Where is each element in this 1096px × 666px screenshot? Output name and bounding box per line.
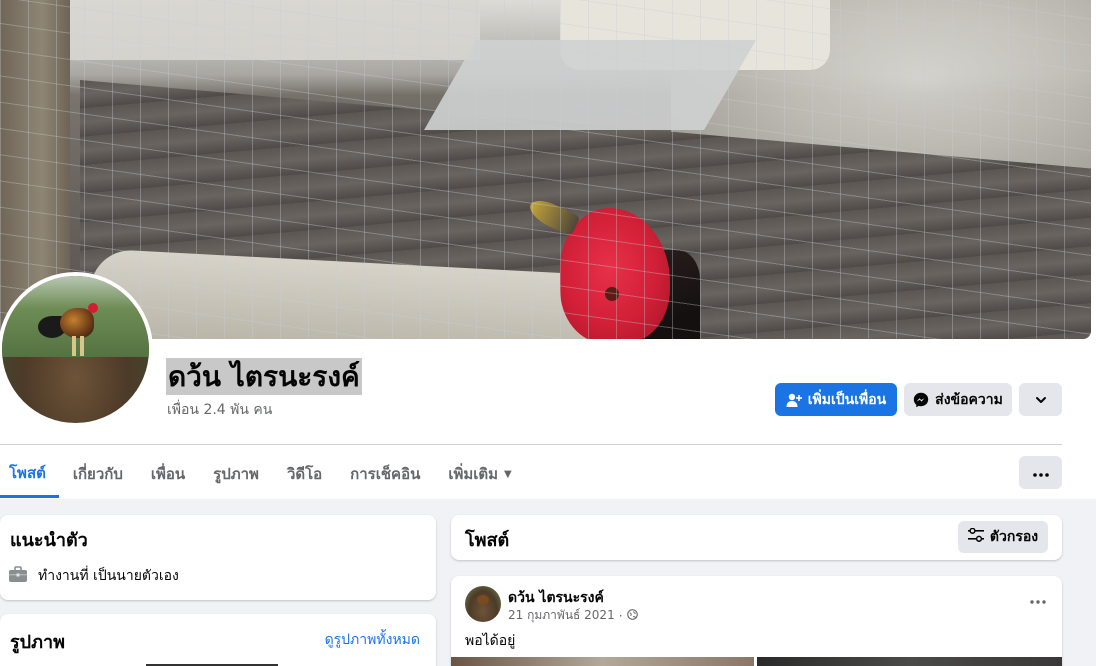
post-card: ดว้น ไตรนะรงค์ 21 กุมภาพันธ์ 2021 · พอได…	[451, 576, 1062, 666]
tab-about[interactable]: เกี่ยวกับ	[59, 450, 137, 498]
photos-card: รูปภาพ ดูรูปภาพทั้งหมด	[0, 614, 436, 666]
profile-avatar[interactable]	[0, 272, 153, 427]
friends-count[interactable]: เพื่อน 2.4 พัน คน	[167, 399, 272, 421]
post-meta-separator: ·	[618, 608, 623, 623]
send-message-button[interactable]: ส่งข้อความ	[904, 383, 1012, 416]
tab-photos[interactable]: รูปภาพ	[199, 450, 273, 498]
filter-label: ตัวกรอง	[989, 529, 1039, 545]
sliders-icon	[967, 527, 984, 546]
person-plus-icon	[786, 392, 802, 408]
tabs-options-button[interactable]	[1019, 456, 1062, 489]
intro-title: แนะนำตัว	[10, 530, 88, 551]
profile-more-button[interactable]	[1019, 383, 1062, 416]
intro-card: แนะนำตัว ทำงานที่ เป็นนายตัวเอง	[0, 515, 436, 600]
post-author-avatar[interactable]	[465, 586, 501, 622]
tab-posts[interactable]: โพสต์	[0, 450, 59, 498]
header-divider	[0, 444, 1062, 445]
see-all-photos-link[interactable]: ดูรูปภาพทั้งหมด	[325, 629, 420, 651]
posts-header-card: โพสต์ ตัวกรอง	[451, 515, 1062, 560]
briefcase-icon	[8, 565, 28, 587]
ellipsis-icon	[1032, 464, 1049, 482]
chevron-down-icon	[1034, 393, 1048, 407]
profile-tabs: โพสต์ เกี่ยวกับ เพื่อน รูปภาพ วิดีโอ การ…	[0, 450, 526, 498]
tab-videos[interactable]: วิดีโอ	[273, 450, 336, 498]
filter-button[interactable]: ตัวกรอง	[958, 521, 1048, 553]
post-options-button[interactable]	[1028, 590, 1048, 610]
globe-icon	[626, 608, 638, 623]
post-text: พอได้อยู่	[465, 633, 516, 649]
messenger-icon	[913, 392, 929, 408]
photos-title: รูปภาพ	[10, 632, 65, 653]
tab-more-label: เพิ่มเติม	[448, 465, 499, 483]
add-friend-button[interactable]: เพิ่มเป็นเพื่อน	[775, 383, 897, 416]
tab-more[interactable]: เพิ่มเติม ▼	[434, 450, 525, 498]
profile-name: ดว้น ไตรนะรงค์	[166, 358, 362, 395]
caret-down-icon: ▼	[504, 468, 512, 480]
post-image[interactable]	[451, 657, 754, 666]
intro-work: ทำงานที่ เป็นนายตัวเอง	[8, 565, 179, 587]
tab-checkins[interactable]: การเช็คอิน	[336, 450, 434, 498]
posts-title: โพสต์	[465, 530, 510, 551]
post-meta: 21 กุมภาพันธ์ 2021 ·	[508, 606, 638, 625]
post-date[interactable]: 21 กุมภาพันธ์ 2021	[508, 606, 615, 625]
add-friend-label: เพิ่มเป็นเพื่อน	[807, 391, 887, 408]
intro-work-text: ทำงานที่ เป็นนายตัวเอง	[38, 568, 179, 584]
send-message-label: ส่งข้อความ	[935, 391, 1003, 408]
post-image[interactable]	[757, 657, 1062, 666]
tab-friends[interactable]: เพื่อน	[137, 450, 199, 498]
cover-photo[interactable]	[0, 0, 1091, 339]
ellipsis-icon	[1030, 591, 1046, 609]
